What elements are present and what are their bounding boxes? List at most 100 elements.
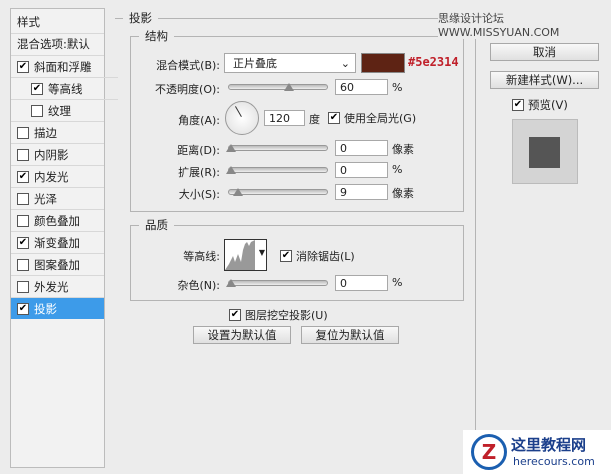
- style-item-label: 描边: [34, 125, 57, 140]
- noise-slider-thumb[interactable]: [226, 279, 236, 287]
- distance-label: 距离(D):: [177, 144, 220, 157]
- style-item-label: 等高线: [48, 81, 83, 96]
- checkbox-checked-icon: ✔: [280, 250, 292, 262]
- blend-mode-label: 混合模式(B):: [156, 59, 220, 72]
- checkbox-unchecked-icon[interactable]: [17, 192, 29, 205]
- style-item-label: 纹理: [48, 103, 71, 118]
- global-light-checkbox[interactable]: ✔ 使用全局光(G): [328, 110, 416, 126]
- opacity-slider-thumb[interactable]: [284, 83, 294, 91]
- style-preview: [512, 119, 578, 184]
- preview-checkbox[interactable]: ✔ 预览(V): [512, 97, 568, 113]
- styles-list: 样式 混合选项:默认 ✔ 斜面和浮雕 ✔ 等高线纹理描边内阴影 ✔ 内发光光泽颜色叠加 ✔ 渐…: [10, 8, 118, 468]
- shadow-color-swatch[interactable]: [361, 53, 405, 73]
- style-item[interactable]: ✔ 投影: [11, 297, 104, 319]
- size-input[interactable]: 9: [335, 184, 388, 200]
- style-item[interactable]: 外发光: [11, 275, 104, 297]
- antialias-checkbox[interactable]: ✔ 消除锯齿(L): [280, 248, 355, 264]
- style-item[interactable]: ✔ 斜面和浮雕: [11, 55, 104, 77]
- styles-title: 样式: [17, 15, 40, 29]
- cancel-button[interactable]: 取消: [490, 43, 599, 61]
- checkbox-unchecked-icon[interactable]: [31, 104, 43, 117]
- logo-icon: Z: [471, 434, 507, 470]
- checkbox-checked-icon[interactable]: ✔: [17, 236, 29, 249]
- dropdown-arrow-icon: ▼: [258, 248, 265, 257]
- angle-dial[interactable]: [225, 101, 259, 135]
- style-item[interactable]: 描边: [11, 121, 104, 143]
- style-item-label: 内阴影: [34, 147, 69, 162]
- size-slider-thumb[interactable]: [233, 188, 243, 196]
- noise-input[interactable]: 0: [335, 275, 388, 291]
- watermark-logo: Z 这里教程网 herecours.com: [463, 430, 611, 474]
- checkbox-checked-icon: ✔: [328, 112, 340, 124]
- spread-slider-thumb[interactable]: [226, 166, 236, 174]
- size-slider[interactable]: [228, 188, 328, 196]
- structure-title: 结构: [145, 29, 168, 43]
- global-light-label: 使用全局光(G): [344, 112, 417, 125]
- style-item[interactable]: ✔ 内发光: [11, 165, 104, 187]
- style-item-label: 颜色叠加: [34, 213, 80, 228]
- distance-unit: 像素: [392, 143, 414, 156]
- size-unit: 像素: [392, 187, 414, 200]
- spread-input[interactable]: 0: [335, 162, 388, 178]
- style-item-label: 投影: [34, 301, 57, 316]
- style-item-label: 光泽: [34, 191, 57, 206]
- checkbox-unchecked-icon[interactable]: [17, 280, 29, 293]
- preview-swatch: [529, 137, 560, 168]
- checkbox-checked-icon: ✔: [229, 309, 241, 321]
- spread-label: 扩展(R):: [178, 166, 220, 179]
- blend-mode-select[interactable]: 正片叠底 ⌄: [224, 53, 356, 73]
- distance-input[interactable]: 0: [335, 140, 388, 156]
- checkbox-checked-icon: ✔: [512, 99, 524, 111]
- style-item[interactable]: 光泽: [11, 187, 104, 209]
- angle-label: 角度(A):: [178, 114, 220, 127]
- angle-needle: [235, 106, 242, 117]
- logo-url: herecours.com: [513, 455, 595, 468]
- opacity-label: 不透明度(O):: [155, 83, 220, 96]
- opacity-unit: %: [392, 81, 403, 94]
- style-item-label: 渐变叠加: [34, 235, 80, 250]
- checkbox-unchecked-icon[interactable]: [17, 258, 29, 271]
- antialias-label: 消除锯齿(L): [296, 250, 355, 263]
- spread-slider[interactable]: [226, 166, 328, 174]
- contour-label: 等高线:: [183, 250, 220, 263]
- knockout-checkbox[interactable]: ✔ 图层挖空投影(U): [229, 307, 328, 323]
- preview-label: 预览(V): [528, 98, 568, 112]
- spread-unit: %: [392, 163, 403, 176]
- size-label: 大小(S):: [178, 188, 220, 201]
- new-style-button[interactable]: 新建样式(W)...: [490, 71, 599, 89]
- angle-unit: 度: [309, 113, 320, 126]
- contour-picker[interactable]: ▼: [224, 239, 267, 271]
- logo-text: 这里教程网: [511, 436, 587, 454]
- style-item[interactable]: 颜色叠加: [11, 209, 104, 231]
- style-item-label: 图案叠加: [34, 257, 80, 272]
- checkbox-unchecked-icon[interactable]: [17, 126, 29, 139]
- reset-default-button[interactable]: 复位为默认值: [301, 326, 399, 344]
- style-item[interactable]: 内阴影: [11, 143, 104, 165]
- style-item-label: 斜面和浮雕: [34, 59, 92, 74]
- color-annotation: #5e2314: [408, 55, 459, 69]
- style-item[interactable]: 纹理: [11, 99, 118, 121]
- chevron-down-icon: ⌄: [340, 57, 350, 70]
- noise-unit: %: [392, 276, 403, 289]
- style-item[interactable]: ✔ 渐变叠加: [11, 231, 104, 253]
- checkbox-unchecked-icon[interactable]: [17, 214, 29, 227]
- checkbox-checked-icon[interactable]: ✔: [17, 170, 29, 183]
- noise-slider[interactable]: [226, 279, 328, 287]
- angle-input[interactable]: 120: [264, 110, 305, 126]
- opacity-slider[interactable]: [228, 83, 328, 91]
- drop-shadow-title: 投影: [129, 11, 152, 25]
- quality-title: 品质: [145, 218, 168, 232]
- knockout-label: 图层挖空投影(U): [245, 309, 328, 322]
- checkbox-checked-icon[interactable]: ✔: [17, 302, 29, 315]
- blend-options-item[interactable]: 混合选项:默认: [11, 33, 104, 54]
- distance-slider-thumb[interactable]: [226, 144, 236, 152]
- blend-mode-value: 正片叠底: [233, 57, 277, 70]
- distance-slider[interactable]: [226, 144, 328, 152]
- checkbox-checked-icon[interactable]: ✔: [17, 60, 29, 73]
- checkbox-unchecked-icon[interactable]: [17, 148, 29, 161]
- style-item[interactable]: 图案叠加: [11, 253, 104, 275]
- opacity-input[interactable]: 60: [335, 79, 388, 95]
- set-default-button[interactable]: 设置为默认值: [193, 326, 291, 344]
- checkbox-checked-icon[interactable]: ✔: [31, 82, 43, 95]
- style-item[interactable]: ✔ 等高线: [11, 77, 118, 99]
